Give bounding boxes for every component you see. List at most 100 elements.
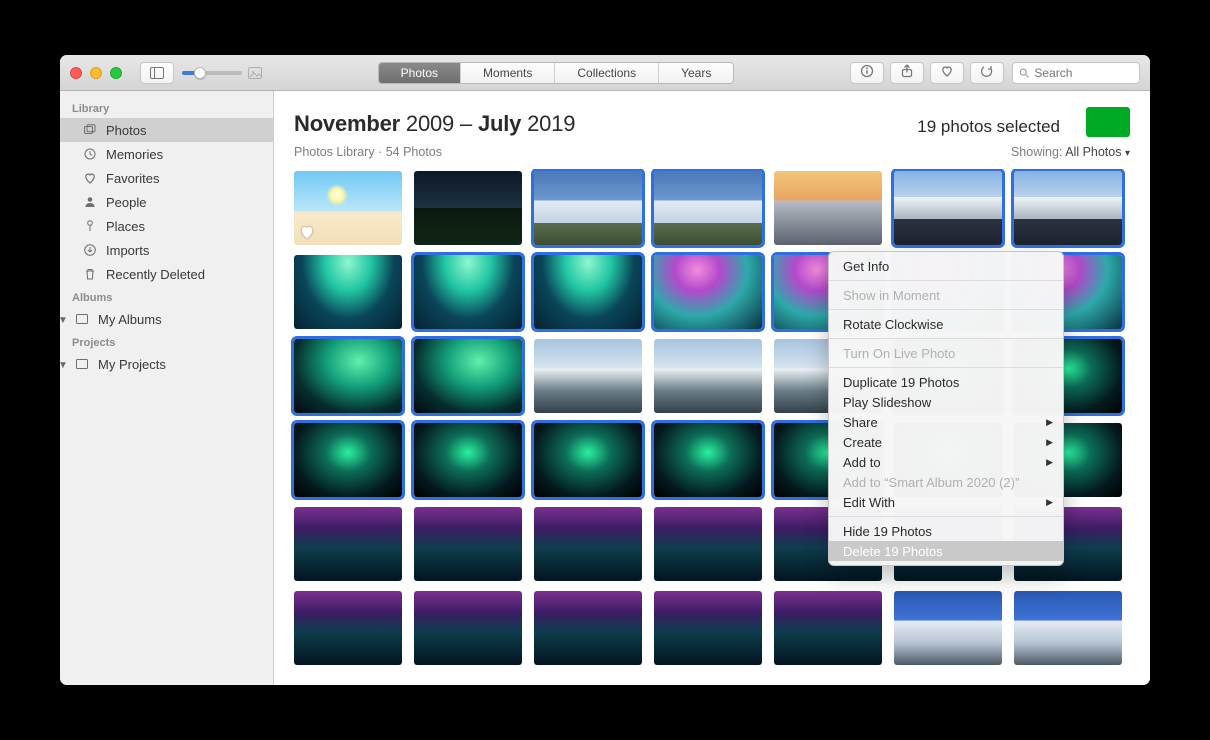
photo-thumbnail[interactable] <box>294 339 402 413</box>
main-pane: November 2009 – July 2019 19 photos sele… <box>274 91 1150 685</box>
download-icon <box>82 243 98 257</box>
photo-thumbnail[interactable] <box>534 171 642 245</box>
sidebar-icon <box>150 67 164 79</box>
sidebar-item-label: Favorites <box>106 171 159 186</box>
photo-thumbnail[interactable] <box>654 339 762 413</box>
search-input[interactable] <box>1034 66 1133 80</box>
rotate-icon <box>980 64 994 81</box>
menu-item-get-info[interactable]: Get Info <box>829 256 1063 276</box>
menu-item-create[interactable]: Create <box>829 432 1063 452</box>
sidebar: LibraryPhotosMemories Favorites People Plac… <box>60 91 274 685</box>
photo-thumbnail[interactable] <box>294 507 402 581</box>
photo-thumbnail[interactable] <box>414 591 522 665</box>
photo-thumbnail[interactable] <box>654 591 762 665</box>
album-icon <box>74 313 90 325</box>
menu-item-edit-with[interactable]: Edit With <box>829 492 1063 512</box>
photo-thumbnail[interactable] <box>774 171 882 245</box>
window-controls <box>70 67 122 79</box>
photo-thumbnail[interactable] <box>774 591 882 665</box>
menu-item-duplicate-19-photos[interactable]: Duplicate 19 Photos <box>829 372 1063 392</box>
trash-icon <box>82 267 98 281</box>
menu-item-share[interactable]: Share <box>829 412 1063 432</box>
slider-track[interactable] <box>182 71 242 75</box>
sidebar-item-photos[interactable]: Photos <box>60 118 273 142</box>
menu-item-delete-19-photos[interactable]: Delete 19 Photos <box>829 541 1063 561</box>
photo-thumbnail[interactable] <box>654 507 762 581</box>
photo-thumbnail[interactable] <box>894 171 1002 245</box>
photo-thumbnail[interactable] <box>414 171 522 245</box>
sidebar-item-label: People <box>106 195 146 210</box>
album-icon <box>74 358 90 370</box>
sidebar-item-favorites[interactable]: Favorites <box>60 166 273 190</box>
clock-icon <box>82 147 98 161</box>
menu-item-add-to[interactable]: Add to <box>829 452 1063 472</box>
menu-separator <box>829 280 1063 281</box>
info-button[interactable] <box>850 62 884 84</box>
photo-thumbnail[interactable] <box>654 171 762 245</box>
sidebar-item-my-albums[interactable]: ▼My Albums <box>60 307 273 331</box>
photo-thumbnail[interactable] <box>414 255 522 329</box>
sidebar-item-people[interactable]: People <box>60 190 273 214</box>
photo-thumbnail[interactable] <box>294 171 402 245</box>
menu-separator <box>829 338 1063 339</box>
sidebar-item-label: Imports <box>106 243 149 258</box>
selection-count-label: 19 photos selected <box>917 117 1060 137</box>
photo-thumbnail[interactable] <box>414 339 522 413</box>
sidebar-item-label: My Projects <box>98 357 166 372</box>
menu-item-hide-19-photos[interactable]: Hide 19 Photos <box>829 521 1063 541</box>
zoom-window-button[interactable] <box>110 67 122 79</box>
search-icon <box>1019 67 1029 79</box>
photo-thumbnail[interactable] <box>534 255 642 329</box>
photo-thumbnail[interactable] <box>294 423 402 497</box>
sidebar-item-my-projects[interactable]: ▼ My Projects <box>60 352 273 376</box>
app-window: PhotosMomentsCollectionsYears LibraryPho… <box>60 55 1150 685</box>
view-tab-photos[interactable]: Photos <box>379 63 460 83</box>
minimize-window-button[interactable] <box>90 67 102 79</box>
photo-thumbnail[interactable] <box>1014 591 1122 665</box>
header-selection-thumbnail[interactable] <box>1086 107 1130 137</box>
menu-separator <box>829 516 1063 517</box>
sidebar-item-memories[interactable]: Memories <box>60 142 273 166</box>
slider-knob[interactable] <box>194 67 206 79</box>
collection-subheader: Photos Library · 54 Photos Showing: All … <box>274 143 1150 169</box>
menu-item-play-slideshow[interactable]: Play Slideshow <box>829 392 1063 412</box>
photo-thumbnail[interactable] <box>414 507 522 581</box>
titlebar: PhotosMomentsCollectionsYears <box>60 55 1150 91</box>
heart-button[interactable] <box>930 62 964 84</box>
view-tab-collections[interactable]: Collections <box>554 63 658 83</box>
photo-thumbnail[interactable] <box>294 255 402 329</box>
photo-thumbnail[interactable] <box>1014 171 1122 245</box>
chevron-down-icon[interactable]: ▼ <box>60 360 68 371</box>
view-tab-moments[interactable]: Moments <box>460 63 554 83</box>
close-window-button[interactable] <box>70 67 82 79</box>
library-count-label: Photos Library · 54 Photos <box>294 145 442 159</box>
view-segmented-control[interactable]: PhotosMomentsCollectionsYears <box>378 62 735 84</box>
menu-separator <box>829 367 1063 368</box>
photo-thumbnail[interactable] <box>294 591 402 665</box>
photo-thumbnail[interactable] <box>534 423 642 497</box>
share-button[interactable] <box>890 62 924 84</box>
menu-item-add-to-smart-album-2020-2: Add to “Smart Album 2020 (2)” <box>829 472 1063 492</box>
photo-thumbnail[interactable] <box>534 507 642 581</box>
photo-thumbnail[interactable] <box>894 591 1002 665</box>
photo-thumbnail[interactable] <box>534 591 642 665</box>
share-icon <box>900 64 914 81</box>
rotate-button[interactable] <box>970 62 1004 84</box>
photo-thumbnail[interactable] <box>654 255 762 329</box>
search-field[interactable] <box>1012 62 1140 84</box>
sidebar-toggle-button[interactable] <box>140 62 174 84</box>
heart-icon <box>940 64 954 81</box>
sidebar-item-places[interactable]: Places <box>60 214 273 238</box>
menu-item-rotate-clockwise[interactable]: Rotate Clockwise <box>829 314 1063 334</box>
sidebar-section-title: Library <box>60 97 273 118</box>
photo-thumbnail[interactable] <box>534 339 642 413</box>
photo-thumbnail[interactable] <box>654 423 762 497</box>
sidebar-item-recently-deleted[interactable]: Recently Deleted <box>60 262 273 286</box>
thumbnail-size-slider[interactable] <box>182 67 262 79</box>
view-tab-years[interactable]: Years <box>658 63 733 83</box>
showing-filter-dropdown[interactable]: Showing: All Photos <box>1011 145 1130 159</box>
sidebar-section-title: Albums <box>60 286 273 307</box>
photo-thumbnail[interactable] <box>414 423 522 497</box>
chevron-down-icon[interactable]: ▼ <box>60 315 68 326</box>
sidebar-item-imports[interactable]: Imports <box>60 238 273 262</box>
